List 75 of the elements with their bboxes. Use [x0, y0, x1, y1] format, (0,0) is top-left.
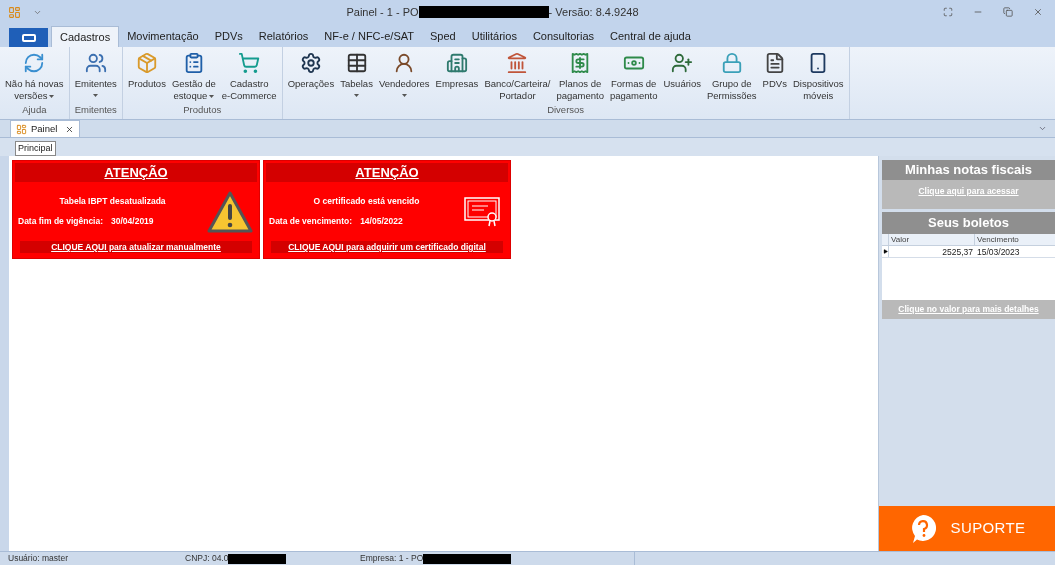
- close-icon[interactable]: [1033, 7, 1043, 17]
- warning-icon: [207, 189, 253, 234]
- bank-icon: [506, 52, 529, 74]
- ribbon-button[interactable]: Vendedores: [375, 52, 433, 103]
- menu-tab[interactable]: Relatórios: [250, 26, 317, 47]
- group-label: Produtos: [183, 102, 222, 117]
- ribbon-button[interactable]: Não há novas versões: [2, 52, 67, 103]
- panel-icon: [16, 123, 27, 135]
- ribbon-button[interactable]: Produtos: [124, 52, 169, 103]
- restore-icon[interactable]: [1003, 7, 1013, 17]
- alert-title: ATENÇÃO: [266, 163, 508, 182]
- date-label: Data fim de vigência:: [18, 215, 104, 228]
- document-tab[interactable]: Painel: [10, 120, 81, 137]
- group-label: Emitentes: [74, 102, 117, 117]
- ribbon-button[interactable]: Tabelas: [337, 52, 376, 103]
- menu-tab[interactable]: Central de ajuda: [602, 26, 699, 47]
- menu-tab[interactable]: Utilitários: [463, 26, 525, 47]
- menu-tab[interactable]: PDVs: [206, 26, 251, 47]
- column-header: Valor: [889, 233, 975, 245]
- ribbon-button[interactable]: Planos de pagamento: [553, 52, 607, 103]
- redaction-bar: [228, 553, 287, 564]
- ribbon-button[interactable]: Grupo de Permissões: [704, 52, 760, 103]
- window-title: Painel - 1 - PO: [346, 4, 419, 20]
- ribbon-button[interactable]: Cadastro e-Commerce: [218, 52, 280, 103]
- alert-link[interactable]: CLIQUE AQUI para adquirir um certificado digital: [271, 241, 503, 253]
- app-icon[interactable]: [8, 5, 21, 19]
- status-user: Usuário: master: [7, 552, 69, 565]
- alert-message: Tabela IBPT desatualizada: [58, 195, 167, 208]
- ribbon-button[interactable]: Emitentes: [71, 52, 120, 103]
- fullscreen-icon[interactable]: [943, 7, 953, 17]
- menu-tab[interactable]: Consultorias: [524, 26, 603, 47]
- table-cell[interactable]: 15/03/2023: [975, 245, 1055, 257]
- status-cnpj: CNPJ: 04.0: [185, 552, 229, 565]
- ribbon-button[interactable]: Operações: [284, 52, 338, 103]
- table-cell[interactable]: 2525,37: [889, 245, 975, 257]
- gears-icon: [299, 52, 322, 74]
- date-label: Data de vencimento:: [269, 215, 353, 228]
- panel-title: Minhas notas fiscais: [882, 160, 1055, 180]
- alert-link[interactable]: CLIQUE AQUI para atualizar manualmente: [20, 241, 252, 253]
- sub-tab[interactable]: Principal: [15, 141, 56, 156]
- menu-tab[interactable]: Cadastros: [51, 26, 120, 47]
- alert-message: O certificado está vencido: [312, 195, 421, 208]
- date-value: 14/05/2022: [360, 215, 403, 228]
- group-label: Ajuda: [22, 102, 47, 117]
- column-header: Vencimento: [976, 233, 1020, 245]
- ribbon-button[interactable]: Usuários: [660, 52, 704, 103]
- ribbon-button[interactable]: Banco/Carteira/ Portador: [481, 52, 554, 103]
- alert-title: ATENÇÃO: [15, 163, 257, 182]
- box-icon: [135, 52, 158, 74]
- people-icon: [84, 52, 107, 74]
- ribbon-button[interactable]: PDVs: [759, 52, 790, 103]
- window-title: - Versão: 8.4.9248: [548, 4, 639, 20]
- ribbon-button[interactable]: Dispositivos móveis: [789, 52, 847, 103]
- panel-title: Seus boletos: [882, 211, 1055, 234]
- row-pointer-icon: [882, 248, 888, 254]
- users-icon: [671, 52, 694, 74]
- status-company: Empresa: 1 - PO: [360, 552, 424, 565]
- boleto-row[interactable]: 2525,37 15/03/2023: [882, 245, 1055, 258]
- cart-icon: [238, 52, 261, 74]
- lock-icon: [720, 52, 743, 74]
- menu-tab[interactable]: Sped: [422, 26, 464, 47]
- refresh-icon: [23, 52, 46, 74]
- app-menu-button[interactable]: [9, 28, 48, 47]
- date-value: 30/04/2019: [111, 215, 154, 228]
- ribbon-button[interactable]: Formas de pagamento: [606, 52, 661, 103]
- certificate-icon: [464, 196, 500, 227]
- table-icon: [345, 52, 368, 74]
- ribbon-button[interactable]: Empresas: [432, 52, 482, 103]
- tab-list-icon[interactable]: [1038, 124, 1047, 133]
- close-tab-icon[interactable]: [65, 124, 75, 134]
- menu-tab[interactable]: NF-e / NFC-e/SAT: [316, 26, 422, 47]
- building-icon: [446, 52, 468, 74]
- ribbon-button[interactable]: Gestão de estoque: [168, 52, 219, 103]
- group-label: Diversos: [547, 102, 585, 117]
- menu-tab[interactable]: Movimentação: [119, 26, 207, 47]
